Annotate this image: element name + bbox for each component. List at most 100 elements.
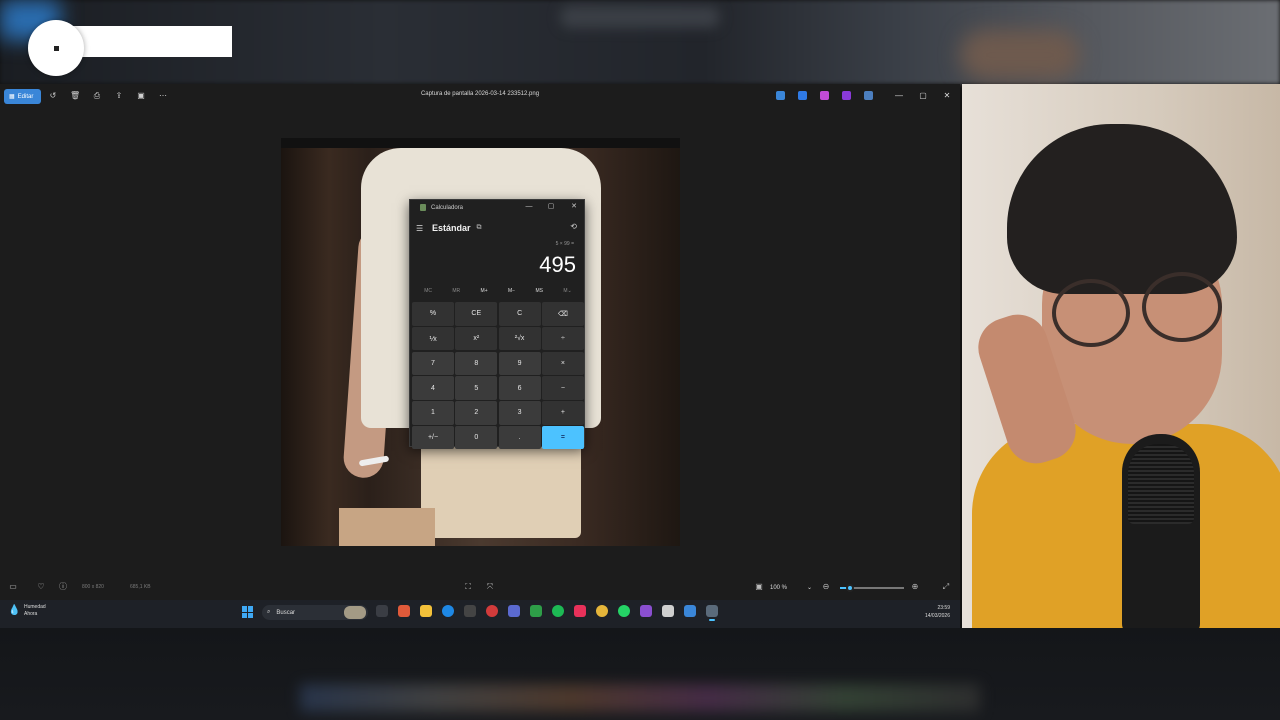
calc-key[interactable]: − (541, 376, 584, 400)
webcam-glasses (1052, 279, 1130, 347)
memory-button[interactable]: MC (424, 288, 432, 298)
edge-icon[interactable] (442, 605, 454, 617)
zoom-out-icon[interactable]: ⊖ (821, 582, 831, 592)
search-box[interactable]: ⌕ Buscar (262, 605, 368, 620)
app-icon[interactable] (640, 605, 652, 617)
maximize-icon[interactable]: ▢ (916, 89, 930, 103)
start-icon[interactable] (242, 606, 254, 618)
file-title: Captura de pantalla 2026-03-14 233512.pn… (420, 91, 540, 97)
photo-bag (339, 508, 435, 546)
calc-key[interactable]: C (498, 302, 541, 326)
zoom-select[interactable]: 100 % ⌄ (770, 582, 812, 593)
fullscreen-icon[interactable]: ⤢ (941, 582, 951, 592)
clock-date: 14/03/2026 (924, 613, 950, 619)
memory-button[interactable]: M+ (481, 288, 488, 298)
keypad: % CE C ⌫ ⅟x x² ²√x ÷ 7 8 9 × 4 5 6− 1 2 3 + +/− 0. = (412, 302, 584, 450)
calc-key[interactable]: ÷ (541, 326, 584, 351)
app-icon[interactable] (530, 605, 542, 617)
clock-time: 23:59 (937, 605, 950, 611)
zoom-slider[interactable] (840, 584, 904, 592)
crop-icon[interactable]: ⤧ (485, 582, 495, 592)
task-view-icon[interactable] (376, 605, 388, 617)
rotate-icon[interactable]: ↺ (48, 91, 58, 101)
memory-button[interactable]: MR (452, 288, 460, 298)
calc-key[interactable]: ⌫ (541, 302, 584, 326)
history-icon[interactable]: ⟲ (570, 222, 577, 231)
calc-key[interactable]: CE (455, 302, 498, 326)
memory-button[interactable]: M− (508, 288, 515, 298)
more-icon[interactable]: ⋯ (158, 91, 168, 101)
app-icon[interactable] (508, 605, 520, 617)
calc-key[interactable]: . (498, 425, 541, 450)
designer-icon[interactable] (798, 91, 807, 100)
calc-key[interactable]: 2 (455, 401, 498, 425)
clipchamp-icon[interactable] (820, 91, 829, 100)
calc-key[interactable]: +/− (412, 425, 454, 450)
calc-key[interactable]: 8 (455, 351, 498, 376)
store-icon[interactable] (464, 605, 476, 617)
calc-key[interactable]: = (541, 425, 584, 450)
tiktok-icon[interactable] (574, 605, 586, 617)
fit-window-icon[interactable]: ▣ (754, 582, 764, 592)
favorite-icon[interactable]: ♡ (36, 582, 46, 592)
webcam-glasses (1142, 272, 1222, 342)
calc-key[interactable]: + (541, 401, 584, 425)
calc-key[interactable]: 4 (412, 376, 454, 400)
app-icon[interactable] (398, 605, 410, 617)
file-explorer-icon[interactable] (420, 605, 432, 617)
background-blur-blob (960, 30, 1080, 80)
app-icon[interactable] (662, 605, 674, 617)
calc-key[interactable]: 0 (455, 425, 498, 450)
minimize-icon[interactable]: — (523, 202, 535, 212)
calc-key[interactable]: ²√x (498, 326, 541, 351)
maximize-icon[interactable]: ▢ (545, 202, 557, 212)
weather-subtitle: Ahora (24, 611, 38, 617)
minimize-icon[interactable]: — (892, 89, 906, 103)
copilot-icon[interactable] (776, 91, 785, 100)
print-icon[interactable]: ⎙ (92, 91, 102, 101)
calc-key[interactable]: 5 (455, 376, 498, 400)
whatsapp-icon[interactable] (618, 605, 630, 617)
info-icon[interactable]: ⓘ (58, 582, 68, 592)
recording-indicator[interactable] (28, 20, 84, 76)
calc-key[interactable]: × (541, 351, 584, 376)
close-icon[interactable]: ✕ (940, 89, 954, 103)
calc-key[interactable]: 1 (412, 401, 454, 425)
delete-icon[interactable]: 🗑 (70, 91, 80, 101)
app-icon[interactable] (486, 605, 498, 617)
cloud-icon[interactable] (864, 91, 873, 100)
spotify-icon[interactable] (552, 605, 564, 617)
close-icon[interactable]: ✕ (568, 202, 580, 212)
photos-icon[interactable] (684, 605, 696, 617)
zoom-slider-thumb[interactable] (845, 584, 854, 592)
fit-icon[interactable]: ⛶ (463, 582, 473, 592)
taskbar: 💧 Humedad Ahora ⌕ Buscar 23:59 14/03/202… (0, 600, 960, 628)
clock[interactable]: 23:59 14/03/2026 (925, 604, 950, 620)
calculator-title: Calculadora (431, 204, 464, 211)
calc-key[interactable]: 6 (498, 376, 541, 400)
stop-icon (53, 45, 59, 51)
search-placeholder: Buscar (276, 609, 296, 616)
zoom-in-icon[interactable]: ⊕ (910, 582, 920, 592)
calc-key[interactable]: x² (455, 326, 498, 351)
calc-key[interactable]: ⅟x (412, 326, 454, 351)
calc-key[interactable]: 7 (412, 351, 454, 376)
menu-icon[interactable]: ☰ (416, 224, 428, 233)
slideshow-icon[interactable]: ▣ (136, 91, 146, 101)
share-icon[interactable]: ⇪ (114, 91, 124, 101)
calc-key[interactable]: 9 (498, 351, 541, 376)
memory-button[interactable]: MS (536, 288, 544, 298)
calc-key[interactable]: 3 (498, 401, 541, 425)
mode-row: ☰ Estándar ⧉ (416, 221, 582, 235)
calculator-taskbar-icon[interactable] (706, 605, 718, 621)
keep-on-top-icon[interactable]: ⧉ (477, 224, 482, 232)
filmstrip-icon[interactable]: ▭ (8, 582, 18, 592)
memory-button[interactable]: M⌄ (563, 288, 571, 298)
chrome-icon[interactable] (596, 605, 608, 617)
edit-button[interactable]: ▦ Editar (4, 89, 41, 104)
calc-key[interactable]: % (412, 302, 454, 326)
weather-title: Humedad (24, 604, 46, 610)
microphone-grill (1128, 444, 1194, 524)
app-icon[interactable] (842, 91, 851, 100)
weather-widget[interactable]: 💧 Humedad Ahora (8, 604, 46, 618)
